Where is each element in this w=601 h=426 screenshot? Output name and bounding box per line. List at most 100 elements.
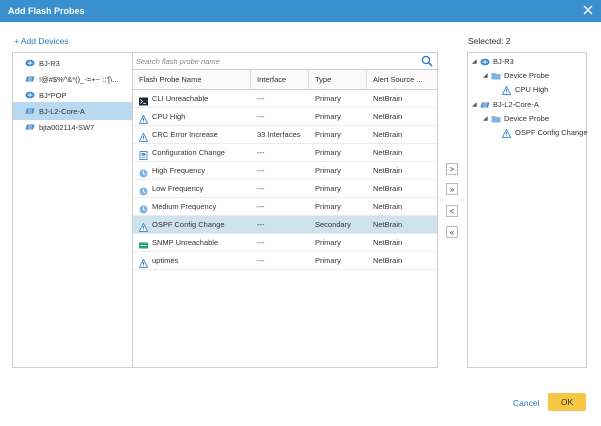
close-icon[interactable] xyxy=(582,4,594,16)
switch-icon xyxy=(25,123,35,131)
device-label: bjta002114-SW7 xyxy=(39,122,95,132)
probe-interface-cell: --- xyxy=(257,184,265,193)
column-header-name[interactable]: Flash Probe Name xyxy=(133,70,251,90)
probe-source-cell: NetBrain xyxy=(373,112,403,121)
alert-triangle-icon xyxy=(138,221,149,232)
probe-name: Low Frequency xyxy=(152,184,204,193)
probe-type-cell: Primary xyxy=(315,202,341,211)
selected-probes-tree: ◢ BJ-R3 ◢ Device Probe CPU High ◢ BJ-L2-Core-A… xyxy=(467,52,588,368)
table-row[interactable]: CLI Unreachable --- Primary NetBrain xyxy=(133,90,437,108)
probe-type-cell: Primary xyxy=(315,94,341,103)
device-label: BJ-L2-Core-A xyxy=(39,106,85,116)
table-row[interactable]: CRC Error Increase 33 Interfaces Primary Ne… xyxy=(133,126,437,144)
probe-name-cell: CPU High xyxy=(133,108,251,126)
tree-node[interactable]: ◢ BJ-R3 xyxy=(472,55,514,68)
probe-type-cell: Primary xyxy=(315,184,341,193)
column-header-type[interactable]: Type xyxy=(309,70,367,90)
table-row[interactable]: CPU High --- Primary NetBrain xyxy=(133,108,437,126)
probe-source-cell: NetBrain xyxy=(373,166,403,175)
table-row[interactable]: SNMP Unreachable --- Primary NetBrain xyxy=(133,234,437,252)
search-icon[interactable] xyxy=(421,55,433,67)
probe-name-cell: SNMP Unreachable xyxy=(133,234,251,252)
probe-interface-cell: --- xyxy=(257,166,265,175)
alert-triangle-icon xyxy=(138,113,149,124)
alert-triangle-icon xyxy=(501,85,512,95)
ok-button[interactable]: OK xyxy=(548,393,586,411)
probe-name-cell: CLI Unreachable xyxy=(133,90,251,108)
clock-icon xyxy=(139,185,148,195)
cli-icon xyxy=(139,95,148,105)
selected-count-label: Selected: 2 xyxy=(468,36,511,46)
probe-name-cell: uptimes xyxy=(133,252,251,270)
probe-interface-cell: 33 Interfaces xyxy=(257,130,301,139)
move-left-button[interactable]: < xyxy=(446,205,458,217)
tree-node-label: CPU High xyxy=(515,85,549,94)
probe-type-cell: Primary xyxy=(315,166,341,175)
probe-name: Medium Frequency xyxy=(152,202,217,211)
probe-interface-cell: --- xyxy=(257,256,265,265)
device-item[interactable]: bjta002114-SW7 xyxy=(13,118,132,136)
probe-source-cell: NetBrain xyxy=(373,256,403,265)
tree-node[interactable]: ◢ BJ-L2-Core-A xyxy=(472,98,539,111)
expand-arrow-icon[interactable]: ◢ xyxy=(483,72,489,79)
probe-name-cell: OSPF Config Change xyxy=(133,216,251,234)
probe-search-input[interactable] xyxy=(136,55,416,68)
move-all-left-button[interactable]: « xyxy=(446,226,458,238)
table-row[interactable]: uptimes --- Primary NetBrain xyxy=(133,252,437,270)
alert-triangle-icon xyxy=(501,128,512,138)
dialog-title-bar: Add Flash Probes xyxy=(0,0,601,22)
probe-name: CLI Unreachable xyxy=(152,94,209,103)
probe-name: CPU High xyxy=(152,112,186,121)
clock-icon xyxy=(139,167,148,177)
probe-source-cell: NetBrain xyxy=(373,148,403,157)
probe-name: OSPF Config Change xyxy=(152,220,225,229)
tree-node[interactable]: ◢ Device Probe xyxy=(483,112,549,125)
move-right-button[interactable]: > xyxy=(446,163,458,175)
alert-triangle-icon xyxy=(138,131,149,142)
column-header-interface[interactable]: Interface xyxy=(251,70,309,90)
probe-name-cell: Medium Frequency xyxy=(133,198,251,216)
probe-name-cell: Low Frequency xyxy=(133,180,251,198)
move-all-right-button[interactable]: » xyxy=(446,183,458,195)
table-row[interactable]: High Frequency --- Primary NetBrain xyxy=(133,162,437,180)
router-icon xyxy=(25,91,35,99)
switch-icon xyxy=(480,101,490,109)
expand-arrow-icon[interactable]: ◢ xyxy=(472,101,478,108)
probe-name-cell: Configuration Change xyxy=(133,144,251,162)
tree-node[interactable]: CPU High xyxy=(494,83,548,96)
column-header-alert-source[interactable]: Alert Source ... xyxy=(367,70,437,90)
table-row[interactable]: OSPF Config Change --- Secondary NetBrain xyxy=(133,216,437,234)
expand-arrow-icon[interactable]: ◢ xyxy=(483,115,489,122)
tree-node-label: BJ-R3 xyxy=(493,57,514,66)
probe-search-box xyxy=(133,53,437,70)
probe-interface-cell: --- xyxy=(257,112,265,121)
tree-node-label: Device Probe xyxy=(504,114,550,123)
probe-type-cell: Primary xyxy=(315,148,341,157)
probe-type-cell: Secondary xyxy=(315,220,351,229)
probe-source-cell: NetBrain xyxy=(373,94,403,103)
probe-source-cell: NetBrain xyxy=(373,238,403,247)
snmp-icon xyxy=(139,239,148,248)
probe-source-cell: NetBrain xyxy=(373,202,403,211)
dialog-title: Add Flash Probes xyxy=(8,6,85,16)
config-icon xyxy=(139,149,148,160)
probe-interface-cell: --- xyxy=(257,220,265,229)
tree-node[interactable]: ◢ Device Probe xyxy=(483,69,549,82)
expand-arrow-icon[interactable]: ◢ xyxy=(472,58,478,65)
probe-name-cell: CRC Error Increase xyxy=(133,126,251,144)
probe-source-cell: NetBrain xyxy=(373,220,403,229)
tree-node[interactable]: OSPF Config Change xyxy=(494,126,588,139)
table-row[interactable]: Configuration Change --- Primary NetBrain xyxy=(133,144,437,162)
probe-type-cell: Primary xyxy=(315,238,341,247)
switch-icon xyxy=(25,107,35,115)
add-devices-link[interactable]: + Add Devices xyxy=(14,36,69,46)
cancel-button[interactable]: Cancel xyxy=(513,398,539,408)
probe-type-cell: Primary xyxy=(315,130,341,139)
probe-source-cell: NetBrain xyxy=(373,184,403,193)
table-row[interactable]: Medium Frequency --- Primary NetBrain xyxy=(133,198,437,216)
device-label: BJ-R3 xyxy=(39,58,60,68)
alert-triangle-icon xyxy=(138,257,149,268)
device-label: !@#$%^&*()_-=+~`:;'[\... xyxy=(39,74,119,84)
probe-source-cell: NetBrain xyxy=(373,130,403,139)
table-row[interactable]: Low Frequency --- Primary NetBrain xyxy=(133,180,437,198)
